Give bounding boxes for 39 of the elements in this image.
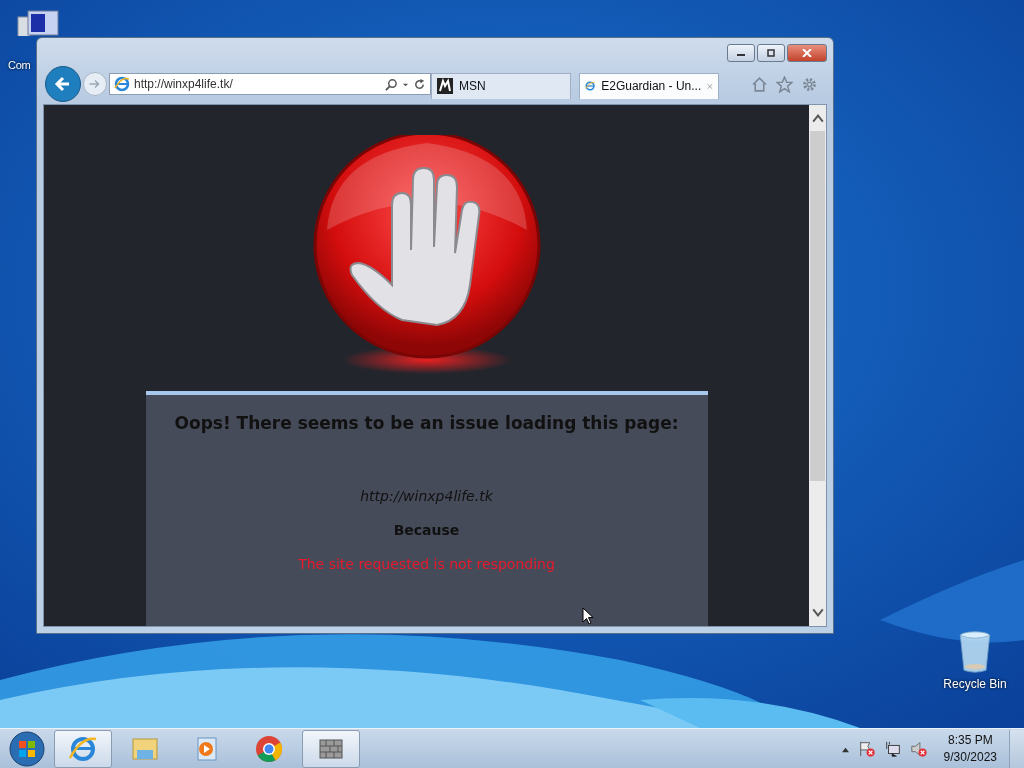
blocked-url: http://winxp4life.tk [360,488,493,504]
browser-tab[interactable]: MSN [431,72,571,99]
taskbar-button[interactable] [302,730,360,768]
refresh-icon[interactable] [413,77,426,91]
ie-logo-icon [68,734,98,764]
maximize-button[interactable] [757,44,785,62]
close-icon [801,49,813,57]
icon-label: Recycle Bin [943,677,1007,691]
address-bar[interactable]: http://winxp4life.tk/ [109,73,431,95]
mouse-cursor-icon [582,607,594,625]
network-icon[interactable] [883,740,902,758]
address-text: http://winxp4life.tk/ [134,77,234,91]
star-icon[interactable] [776,75,793,93]
icon-label: Com [8,59,31,71]
error-heading: Oops! There seems to be an issue loading this page: [174,413,679,433]
settings-icon[interactable] [801,75,818,93]
back-button[interactable] [45,66,81,102]
taskbar-button[interactable] [54,730,112,768]
ie-logo-icon [585,78,596,94]
scrollbar-thumb[interactable] [810,131,825,481]
muted-speaker-icon[interactable] [909,740,928,758]
close-button[interactable] [787,44,827,62]
minimize-button[interactable] [727,44,755,62]
scroll-down-icon[interactable] [811,608,824,618]
because-label: Because [393,522,460,538]
maximize-icon [765,49,777,57]
browser-tab[interactable]: E2Guardian - Un... [579,72,719,99]
clock-date: 9/30/2023 [943,749,997,766]
clock-time: 8:35 PM [947,732,993,749]
windows-logo-icon [9,731,45,767]
home-icon[interactable] [751,75,768,93]
search-icon[interactable] [385,77,398,91]
flag-warning-icon[interactable] [857,740,876,758]
chrome-logo-icon [254,734,284,764]
scroll-up-icon[interactable] [811,113,824,123]
ie-logo-icon [114,76,130,92]
show-hidden-icons-icon[interactable] [840,745,850,753]
error-reason: The site requested is not responding [298,556,555,572]
scrollbar[interactable] [809,105,826,626]
